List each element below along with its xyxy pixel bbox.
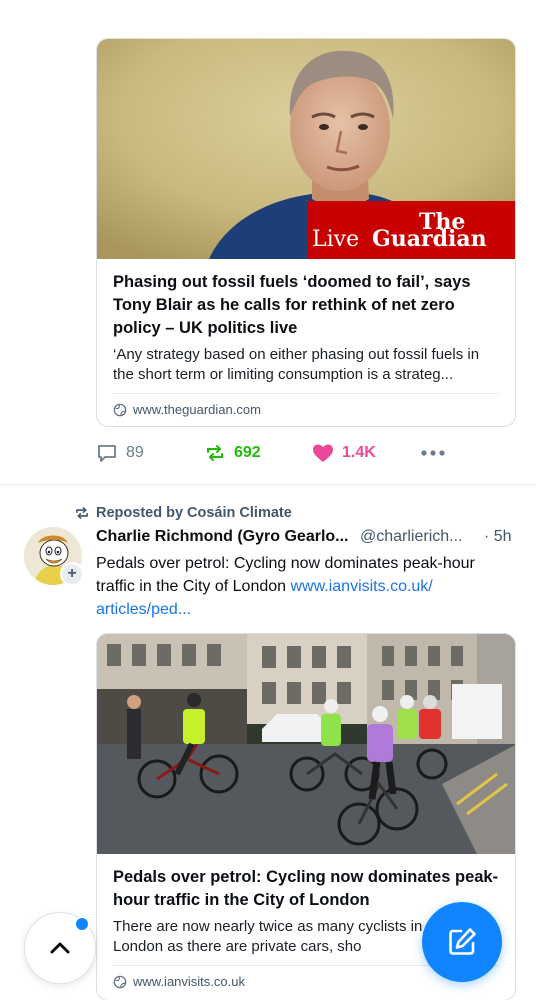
repost-attribution-label: Reposted by Cosáin Climate [96, 505, 292, 521]
ellipsis-icon [421, 450, 445, 456]
portrait-photo: The Live Guardian [97, 39, 515, 259]
author-line: Charlie Richmond (Gyro Gearlo... @charli… [96, 528, 520, 546]
link-card-image: The Live Guardian [97, 39, 515, 259]
link-card-description: ‘Any strategy based on either phasing ou… [113, 346, 480, 383]
repost-arrows-icon [207, 445, 223, 461]
repost-arrows-icon [76, 507, 88, 519]
feed-post[interactable]: The Live Guardian Phasing out fossil fue… [0, 0, 536, 484]
like-count: 1.4K [342, 444, 376, 461]
reply-count: 89 [126, 444, 144, 461]
globe-icon [113, 975, 127, 988]
chevron-up-icon [50, 942, 70, 954]
post-text: Pedals over petrol: Cycling now dominate… [96, 552, 516, 621]
post-separator [0, 484, 536, 485]
guardian-badge-live: Live [312, 227, 359, 252]
new-posts-indicator [74, 916, 90, 932]
more-options-button[interactable] [420, 449, 460, 457]
link-card-domain: www.theguardian.com [133, 402, 261, 417]
guardian-badge-guardian: Guardian [372, 226, 487, 252]
link-card-domain-row: www.theguardian.com [113, 394, 499, 426]
link-card-title: Phasing out fossil fuels ‘doomed to fail… [113, 273, 471, 337]
globe-icon [113, 403, 127, 416]
reply-button[interactable]: 89 [96, 442, 204, 464]
author-handle[interactable]: @charlierich... [360, 528, 478, 546]
link-card[interactable]: The Live Guardian Phasing out fossil fue… [96, 38, 516, 427]
post-actions: 89 692 1.4K [96, 438, 516, 468]
link-card-title: Pedals over petrol: Cycling now dominate… [113, 868, 499, 909]
link-card-image [97, 634, 515, 854]
heart-icon [313, 444, 333, 462]
pencil-square-icon [449, 928, 476, 955]
link-card-domain: www.ianvisits.co.uk [133, 974, 245, 989]
cyclists-photo [97, 634, 515, 854]
compose-button[interactable] [422, 902, 502, 982]
speech-bubble-icon [98, 445, 116, 462]
follow-plus-icon[interactable]: + [60, 562, 84, 586]
like-button[interactable]: 1.4K [312, 443, 420, 463]
repost-attribution[interactable]: Reposted by Cosáin Climate [74, 505, 292, 521]
author-name[interactable]: Charlie Richmond (Gyro Gearlo... [96, 528, 354, 546]
post-timestamp: · 5h [484, 528, 512, 545]
repost-count: 692 [234, 444, 261, 461]
repost-button[interactable]: 692 [204, 442, 312, 464]
